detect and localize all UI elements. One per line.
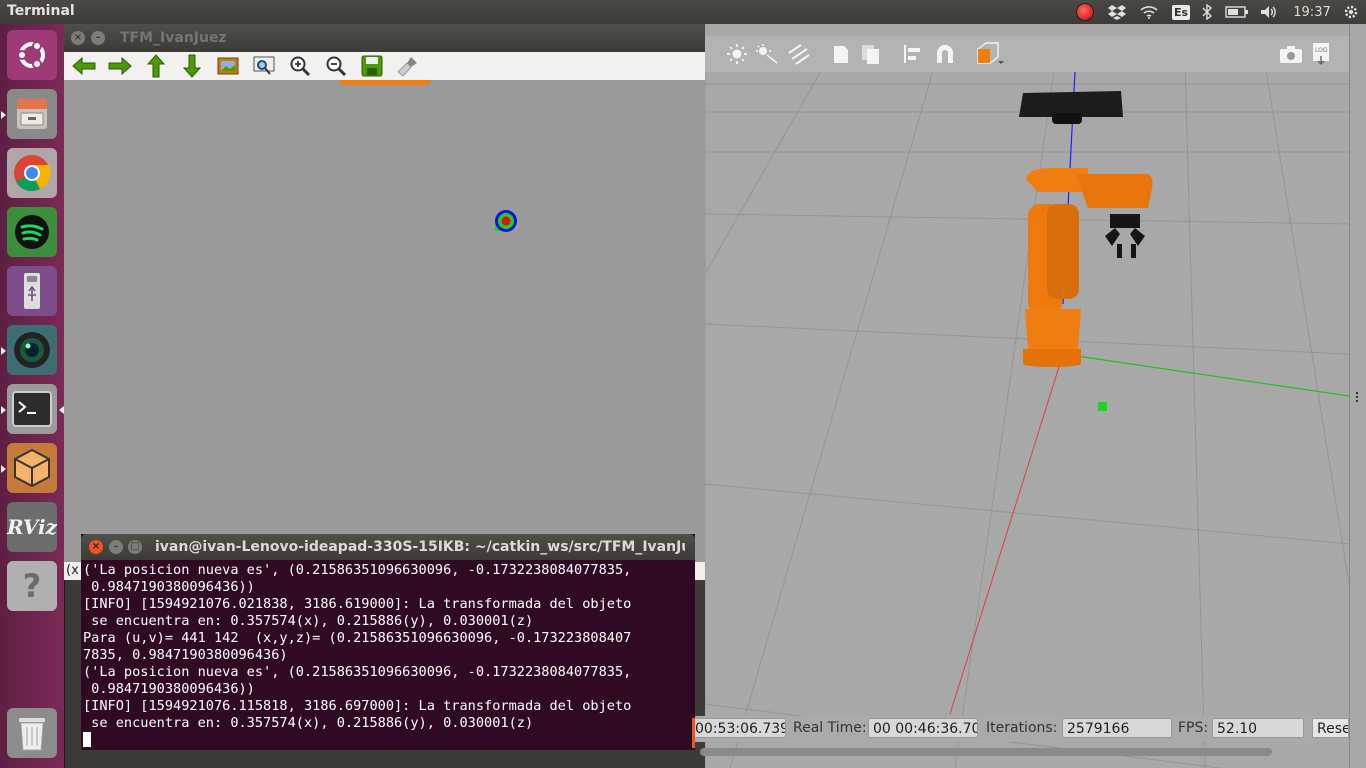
pixel-coordinate-readout: (x (66, 563, 79, 578)
image-viewer-toolbar (64, 52, 705, 81)
rviz-icon[interactable]: RViz (7, 502, 57, 552)
paste-icon[interactable] (859, 42, 883, 66)
image-viewer-title: TFM_IvanJuez (120, 30, 227, 46)
wifi-icon[interactable] (1138, 3, 1160, 21)
terminal-line: se encuentra en: 0.357574(x), 0.215886(y… (83, 613, 534, 629)
camera-image-view[interactable] (64, 80, 705, 580)
fps-value: 52.10 (1212, 718, 1304, 738)
gazebo-scene (705, 24, 1349, 768)
terminal-output[interactable]: ('La posicion nueva es', (0.215863510966… (83, 562, 689, 750)
arrow-left-icon[interactable] (70, 54, 98, 78)
running-indicator (1, 406, 6, 414)
dropbox-icon[interactable] (1106, 3, 1128, 21)
close-icon[interactable]: × (89, 540, 103, 554)
settings-gear-icon[interactable] (1340, 3, 1362, 21)
terminal-title: ivan@ivan-Lenovo-ideapad-330S-15IKB: ~/c… (155, 539, 685, 555)
maximize-icon[interactable]: □ (128, 540, 142, 554)
record-icon[interactable] (1074, 3, 1096, 21)
zoom-fit-icon[interactable] (250, 54, 278, 78)
terminal-line: 0.9847190380096436)) (83, 681, 255, 697)
gazebo-horizontal-scrollbar[interactable] (700, 748, 1272, 756)
terminal-icon[interactable] (7, 384, 57, 434)
clear-brush-icon[interactable] (394, 54, 422, 78)
running-indicator (1, 111, 6, 119)
rviz-label: RViz (6, 515, 58, 539)
gazebo-status-bar: 00:53:06.739 Real Time: 00 00:46:36.707 … (690, 716, 1349, 742)
directional-light-icon[interactable] (787, 42, 811, 66)
align-icon[interactable] (901, 42, 925, 66)
clock[interactable]: 19:37 (1290, 3, 1334, 21)
chrome-icon[interactable] (7, 148, 57, 198)
zoom-in-icon[interactable] (286, 54, 314, 78)
log-icon[interactable]: LOG (1309, 42, 1333, 66)
real-time-value: 00 00:46:36.707 (868, 718, 978, 738)
terminal-line: ('La posicion nueva es', (0.215863510966… (83, 562, 632, 578)
minimize-icon[interactable]: – (109, 540, 123, 554)
terminal-line: se encuentra en: 0.357574(x), 0.215886(y… (83, 715, 534, 731)
file-cabinet-icon[interactable] (7, 89, 57, 139)
minimize-icon[interactable]: – (91, 31, 105, 45)
screenshot-icon[interactable] (1277, 42, 1305, 66)
view-cube-icon[interactable] (973, 42, 1005, 66)
iterations-value: 2579166 (1062, 718, 1172, 738)
arrow-up-icon[interactable] (142, 54, 170, 78)
terminal-cursor (83, 732, 91, 747)
robot-edge-in-image (339, 80, 431, 85)
terminal-prompt-line[interactable] (83, 732, 689, 750)
gazebo-box-icon[interactable] (7, 443, 57, 493)
gazebo-toolbar: LOG (705, 36, 1349, 72)
help-icon[interactable]: ? (7, 561, 57, 611)
running-indicator (1, 465, 6, 473)
terminal-titlebar[interactable]: × – □ ivan@ivan-Lenovo-ideapad-330S-15IK… (81, 534, 695, 560)
arrow-right-icon[interactable] (106, 54, 134, 78)
unity-launcher: RViz ? (0, 24, 65, 768)
iterations-label: Iterations: (986, 720, 1058, 736)
snap-magnet-icon[interactable] (933, 42, 957, 66)
save-icon[interactable] (358, 54, 386, 78)
terminal-line: [INFO] [1594921076.115818, 3186.697000]:… (83, 698, 632, 714)
trash-icon[interactable] (7, 708, 57, 758)
fps-label: FPS: (1178, 720, 1209, 736)
real-time-label: Real Time: (793, 720, 867, 736)
usb-icon[interactable] (7, 266, 57, 316)
terminal-line: ('La posicion nueva es', (0.215863510966… (83, 664, 632, 680)
help-label: ? (22, 567, 42, 605)
image-icon[interactable] (214, 54, 242, 78)
terminal-line: Para (u,v)= 441 142 (x,y,z)= (0.21586351… (83, 630, 632, 646)
close-icon[interactable]: × (71, 31, 85, 45)
spotify-icon[interactable] (7, 207, 57, 257)
terminal-line: 7835, 0.9847190380096436) (83, 647, 288, 663)
zoom-out-icon[interactable] (322, 54, 350, 78)
green-target-cube (1098, 402, 1107, 411)
image-viewer-titlebar[interactable]: × – TFM_IvanJuez (64, 24, 705, 52)
reset-time-button[interactable]: Rese (1312, 718, 1349, 738)
copy-icon[interactable] (829, 42, 853, 66)
running-indicator (1, 347, 6, 355)
ubuntu-logo-icon[interactable] (7, 30, 57, 80)
camera-lens-icon[interactable] (7, 325, 57, 375)
active-app-title: Terminal (7, 3, 75, 19)
sun-icon[interactable] (725, 42, 749, 66)
gazebo-side-panel-handle[interactable] (1349, 24, 1366, 768)
battery-icon[interactable] (1224, 3, 1250, 21)
top-panel: Terminal Es 19:37 (0, 0, 1366, 24)
terminal-line: [INFO] [1594921076.021838, 3186.619000]:… (83, 596, 632, 612)
detected-object-marker (495, 210, 517, 232)
terminal-scrollbar[interactable] (692, 718, 695, 748)
gazebo-3d-view[interactable]: LOG (705, 24, 1349, 768)
keyboard-icon[interactable]: Es (1170, 3, 1192, 21)
image-viewer-window: × – TFM_IvanJuez (x (64, 24, 705, 580)
bluetooth-icon[interactable] (1199, 3, 1215, 21)
sim-time-value: 00:53:06.739 (690, 718, 786, 738)
volume-icon[interactable] (1258, 3, 1280, 21)
terminal-window[interactable]: × – □ ivan@ivan-Lenovo-ideapad-330S-15IK… (81, 534, 695, 750)
point-light-icon[interactable] (755, 42, 779, 66)
svg-text:LOG: LOG (1315, 47, 1328, 54)
terminal-line: 0.9847190380096436)) (83, 579, 255, 595)
arrow-down-icon[interactable] (178, 54, 206, 78)
